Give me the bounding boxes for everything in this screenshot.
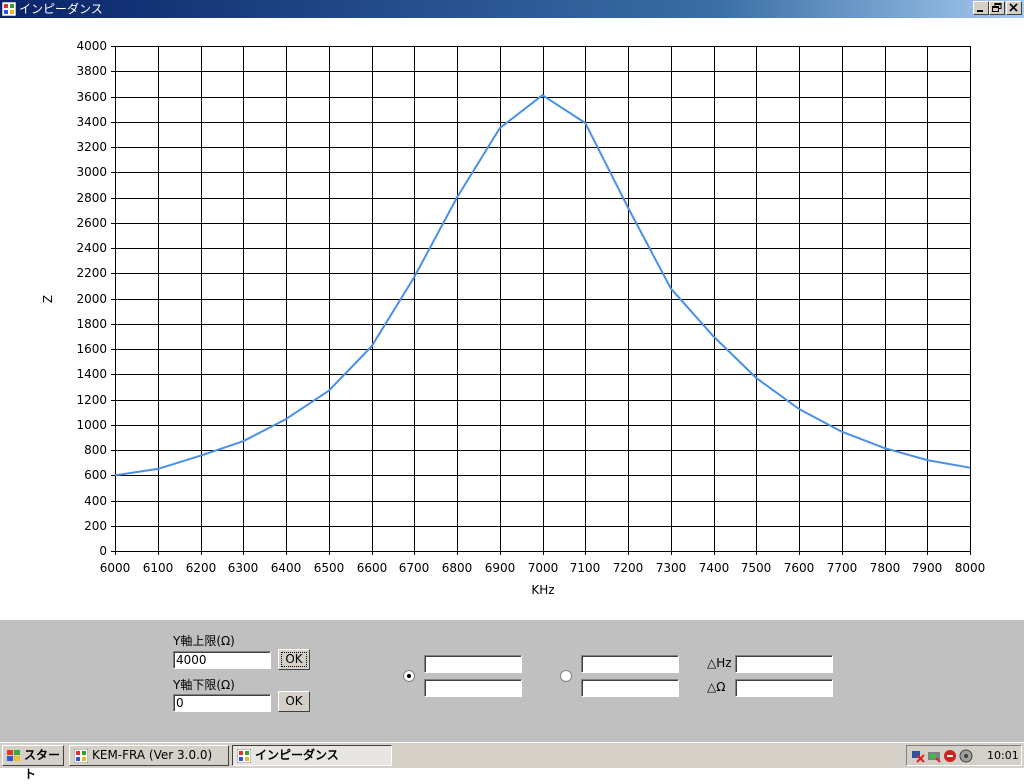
x-tick-label: 6200 xyxy=(186,561,217,575)
x-tick-label: 7900 xyxy=(912,561,943,575)
y-tick-label: 3400 xyxy=(76,115,107,129)
cursor2-impedance-field[interactable] xyxy=(581,679,679,697)
start-button[interactable]: スタート xyxy=(2,745,64,781)
delta-ohm-label: △Ω xyxy=(707,680,726,694)
y-tick-label: 1200 xyxy=(76,393,107,407)
y-tick-label: 4000 xyxy=(76,39,107,53)
x-tick-label: 6700 xyxy=(399,561,430,575)
system-tray: 10:01 xyxy=(906,745,1022,766)
cursor2-frequency-field[interactable] xyxy=(581,655,679,673)
close-icon xyxy=(1009,3,1018,12)
x-tick-label: 7800 xyxy=(870,561,901,575)
minimize-icon xyxy=(977,10,983,12)
device-icon[interactable] xyxy=(927,749,941,763)
restore-button[interactable] xyxy=(989,1,1005,15)
y-lower-limit-input[interactable] xyxy=(173,694,271,712)
cursor1-radio[interactable] xyxy=(403,670,415,682)
x-tick-label: 6100 xyxy=(143,561,174,575)
chart-grid xyxy=(111,46,971,555)
y-tick-label: 200 xyxy=(84,519,107,533)
x-tick-label: 7200 xyxy=(613,561,644,575)
taskbar-item-label: KEM-FRA (Ver 3.0.0) xyxy=(92,748,213,762)
taskbar-item-kem-fra[interactable]: KEM-FRA (Ver 3.0.0) xyxy=(69,745,229,766)
utility-icon[interactable] xyxy=(959,749,973,763)
y-tick-label: 1000 xyxy=(76,418,107,432)
windows-logo-icon xyxy=(7,750,20,761)
y-tick-label: 2800 xyxy=(76,191,107,205)
y-tick-label: 2400 xyxy=(76,241,107,255)
y-upper-limit-input[interactable] xyxy=(173,651,271,669)
y-tick-label: 400 xyxy=(84,494,107,508)
y-tick-label: 3600 xyxy=(76,90,107,104)
delta-hz-field[interactable] xyxy=(735,655,833,673)
app-window-icon xyxy=(74,749,88,763)
app-window-icon xyxy=(237,749,251,763)
x-axis-tick-labels: 6000 6100 6200 6300 6400 6500 6600 6700 6800 6900… xyxy=(100,561,986,575)
x-axis-label: KHz xyxy=(531,583,554,597)
y-tick-label: 800 xyxy=(84,443,107,457)
y-tick-label: 3800 xyxy=(76,64,107,78)
x-tick-label: 7000 xyxy=(528,561,559,575)
taskbar-clock: 10:01 xyxy=(987,749,1019,762)
x-tick-label: 7500 xyxy=(741,561,772,575)
y-tick-label: 600 xyxy=(84,468,107,482)
delta-hz-label: △Hz xyxy=(707,656,732,670)
y-axis-label: Z xyxy=(41,295,55,303)
x-tick-label: 7300 xyxy=(656,561,687,575)
start-label: スタート xyxy=(24,748,61,781)
x-tick-label: 6400 xyxy=(271,561,302,575)
y-tick-label: 3200 xyxy=(76,140,107,154)
y-upper-limit-label: Y軸上限(Ω) xyxy=(173,634,235,648)
x-tick-label: 6800 xyxy=(442,561,473,575)
control-panel: Y軸上限(Ω) OK Y軸下限(Ω) OK △Hz △Ω xyxy=(0,620,1024,742)
title-bar[interactable]: インピーダンス xyxy=(0,0,1024,18)
window-title: インピーダンス xyxy=(19,2,103,16)
y-tick-label: 2000 xyxy=(76,292,107,306)
taskbar: スタート KEM-FRA (Ver 3.0.0) インピーダンス 10:01 xyxy=(0,742,1024,781)
app-icon xyxy=(2,2,16,16)
y-lower-limit-label: Y軸下限(Ω) xyxy=(173,678,235,692)
x-tick-label: 6000 xyxy=(100,561,131,575)
cursor1-frequency-field[interactable] xyxy=(424,655,522,673)
taskbar-item-impedance[interactable]: インピーダンス xyxy=(232,745,392,766)
security-icon[interactable] xyxy=(943,749,957,763)
y-lower-ok-button[interactable]: OK xyxy=(278,691,310,712)
y-tick-label: 2600 xyxy=(76,216,107,230)
minimize-button[interactable] xyxy=(973,1,989,15)
cursor1-impedance-field[interactable] xyxy=(424,679,522,697)
y-tick-label: 1400 xyxy=(76,367,107,381)
impedance-chart: 0 200 400 600 800 1000 1200 1400 1600 1800 2000 220… xyxy=(41,39,986,597)
y-tick-label: 3000 xyxy=(76,165,107,179)
x-tick-label: 7700 xyxy=(827,561,858,575)
x-tick-label: 7400 xyxy=(699,561,730,575)
y-tick-label: 1600 xyxy=(76,342,107,356)
x-tick-label: 6300 xyxy=(228,561,259,575)
cursor2-radio[interactable] xyxy=(560,670,572,682)
x-tick-label: 6500 xyxy=(314,561,345,575)
x-tick-label: 6900 xyxy=(485,561,516,575)
restore-icon xyxy=(992,3,1002,12)
close-button[interactable] xyxy=(1006,1,1022,15)
y-tick-label: 0 xyxy=(99,544,107,558)
network-icon[interactable] xyxy=(911,749,925,763)
x-tick-label: 8000 xyxy=(955,561,986,575)
x-tick-label: 7600 xyxy=(784,561,815,575)
x-tick-label: 7100 xyxy=(570,561,601,575)
y-upper-ok-button[interactable]: OK xyxy=(278,649,310,670)
y-axis-tick-labels: 0 200 400 600 800 1000 1200 1400 1600 1800 2000 220… xyxy=(76,39,107,558)
delta-ohm-field[interactable] xyxy=(735,679,833,697)
y-tick-label: 2200 xyxy=(76,266,107,280)
x-tick-label: 6600 xyxy=(357,561,388,575)
taskbar-item-label: インピーダンス xyxy=(255,748,339,762)
y-tick-label: 1800 xyxy=(76,317,107,331)
